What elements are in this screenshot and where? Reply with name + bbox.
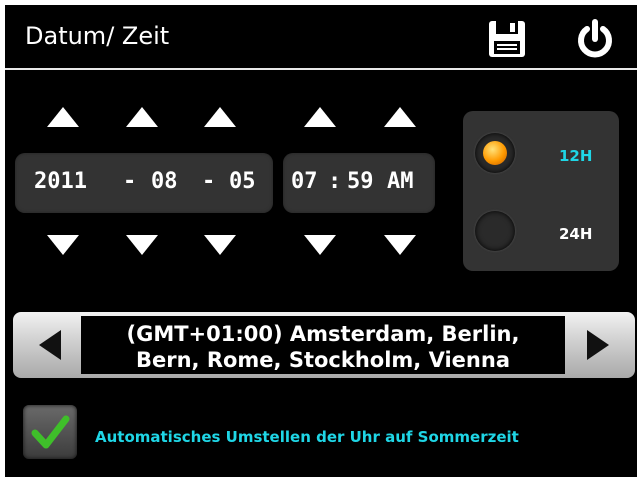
triangle-right-icon [587, 330, 609, 360]
triangle-down-icon [384, 235, 416, 255]
power-icon [578, 19, 612, 58]
power-button[interactable] [573, 17, 617, 61]
minute-up-button[interactable] [375, 105, 425, 145]
minute-down-button[interactable] [375, 233, 425, 273]
month-down-button[interactable] [117, 233, 167, 273]
format-12h-label[interactable]: 12H [559, 147, 592, 165]
format-24h-radio[interactable] [475, 211, 515, 251]
datetime-screen: Datum/ Zeit 2011 - 08 - 05 07: 59 AM 12… [5, 5, 637, 477]
triangle-up-icon [47, 107, 79, 127]
dst-label[interactable]: Automatisches Umstellen der Uhr auf Somm… [95, 428, 519, 446]
day-up-button[interactable] [195, 105, 245, 145]
radio-selected-indicator [483, 141, 507, 165]
format-12h-radio[interactable] [475, 133, 515, 173]
time-display: 07 : 59 AM [283, 153, 435, 213]
date-display: 2011 - 08 - 05 [15, 153, 273, 213]
triangle-up-icon [384, 107, 416, 127]
year-down-button[interactable] [38, 233, 88, 273]
triangle-up-icon [126, 107, 158, 127]
triangle-up-icon [304, 107, 336, 127]
hour-up-button[interactable] [295, 105, 345, 145]
triangle-down-icon [304, 235, 336, 255]
year-up-button[interactable] [38, 105, 88, 145]
triangle-down-icon [204, 235, 236, 255]
triangle-down-icon [47, 235, 79, 255]
month-up-button[interactable] [117, 105, 167, 145]
save-icon [489, 21, 525, 57]
save-button[interactable] [485, 17, 529, 61]
day-down-button[interactable] [195, 233, 245, 273]
dst-checkbox[interactable] [23, 405, 77, 459]
year-value: 2011 [34, 169, 87, 194]
triangle-down-icon [126, 235, 158, 255]
day-value: 05 [229, 169, 256, 194]
timezone-prev-button[interactable] [25, 322, 73, 368]
time-separator: : [328, 169, 342, 194]
hour-down-button[interactable] [295, 233, 345, 273]
date-separator: - [123, 169, 137, 194]
month-value: 08 [151, 169, 178, 194]
time-format-panel: 12H 24H [463, 111, 619, 271]
checkmark-icon [31, 415, 70, 449]
timezone-text-line1: (GMT+01:00) Amsterdam, Berlin, [126, 322, 520, 346]
triangle-left-icon [39, 330, 61, 360]
title-divider [5, 68, 637, 70]
date-separator: - [202, 169, 216, 194]
hour-value: 07 [291, 169, 318, 194]
format-24h-label[interactable]: 24H [559, 225, 592, 243]
timezone-display: (GMT+01:00) Amsterdam, Berlin, Bern, Rom… [81, 316, 565, 374]
minute-value: 59 [347, 169, 374, 194]
ampm-value: AM [387, 169, 414, 194]
timezone-text-line2: Bern, Rome, Stockholm, Vienna [135, 348, 510, 372]
page-title: Datum/ Zeit [25, 22, 170, 50]
timezone-selector: (GMT+01:00) Amsterdam, Berlin, Bern, Rom… [13, 312, 635, 378]
triangle-up-icon [204, 107, 236, 127]
timezone-next-button[interactable] [575, 322, 623, 368]
